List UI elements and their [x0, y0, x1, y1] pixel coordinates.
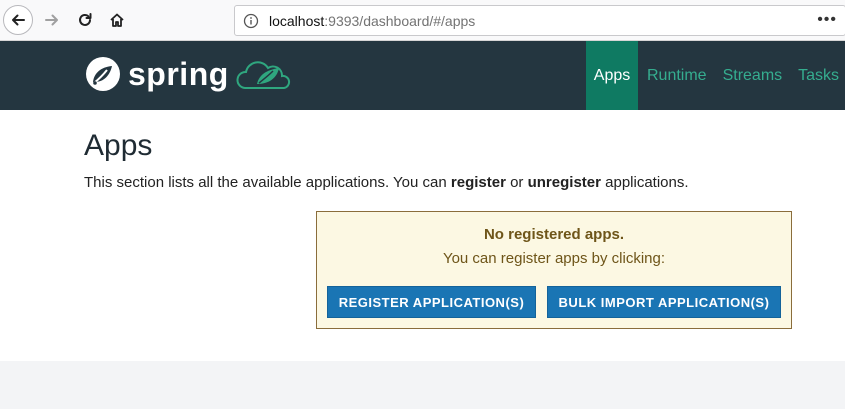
url-text: localhost:9393/dashboard/#/apps — [269, 13, 475, 29]
tab-runtime[interactable]: Runtime — [638, 41, 715, 110]
browser-toolbar: localhost:9393/dashboard/#/apps ••• — [0, 0, 845, 41]
reload-icon — [79, 13, 92, 26]
forward-arrow-icon — [45, 14, 58, 26]
more-icon[interactable]: ••• — [817, 12, 837, 28]
address-bar[interactable]: localhost:9393/dashboard/#/apps ••• — [234, 5, 845, 36]
description-register: register — [450, 174, 506, 191]
notice-title: No registered apps. — [483, 226, 625, 243]
url-host: localhost — [269, 12, 325, 29]
description-post: applications. — [600, 174, 689, 191]
notice-subtitle: You can register apps by clicking: — [442, 250, 666, 267]
description-unregister: unregister — [527, 174, 601, 191]
reload-button[interactable] — [70, 5, 100, 35]
bulk-import-applications-button[interactable]: BULK IMPORT APPLICATION(S) — [547, 286, 781, 318]
info-icon[interactable] — [243, 13, 259, 29]
main-nav: Apps Runtime Streams Tasks — [586, 41, 845, 110]
spring-leaf-icon — [86, 57, 120, 91]
app-header: spring Apps Runtime Streams Tasks — [0, 41, 845, 110]
home-button[interactable] — [102, 5, 132, 35]
main-content: Apps This section lists all the availabl… — [0, 110, 845, 361]
tab-streams[interactable]: Streams — [715, 41, 791, 110]
logo-text: spring — [128, 56, 229, 92]
forward-button[interactable] — [37, 5, 67, 35]
back-button[interactable] — [3, 5, 33, 35]
description-mid: or — [505, 174, 528, 191]
home-icon — [110, 13, 124, 27]
url-path: :9393/dashboard/#/apps — [324, 12, 476, 29]
no-apps-notice: No registered apps. You can register app… — [316, 211, 792, 329]
register-applications-button[interactable]: REGISTER APPLICATION(S) — [327, 286, 536, 318]
cloud-leaf-icon — [236, 61, 290, 89]
page-title: Apps — [84, 129, 153, 162]
page-description: This section lists all the available app… — [84, 174, 689, 191]
tab-tasks[interactable]: Tasks — [790, 41, 845, 110]
tab-apps[interactable]: Apps — [586, 41, 638, 110]
description-pre: This section lists all the available app… — [84, 174, 451, 191]
spring-logo[interactable]: spring — [84, 55, 291, 93]
back-arrow-icon — [12, 14, 25, 26]
